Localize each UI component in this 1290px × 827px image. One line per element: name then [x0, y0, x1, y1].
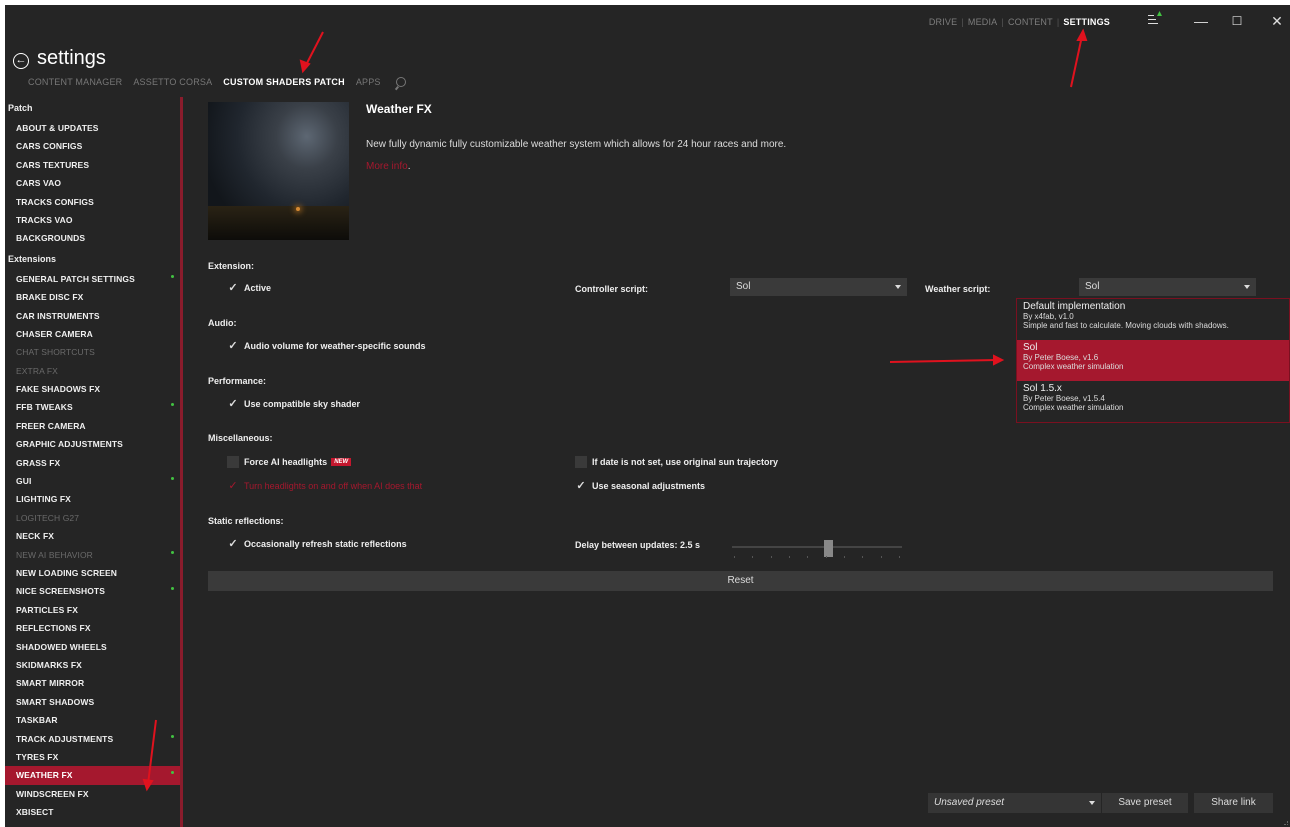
- annotation-arrows: [142, 28, 1088, 792]
- resize-grip[interactable]: [1284, 821, 1288, 825]
- app-window: DRIVE | MEDIA | CONTENT | SETTINGS — ☐ ✕ ← …: [5, 5, 1290, 827]
